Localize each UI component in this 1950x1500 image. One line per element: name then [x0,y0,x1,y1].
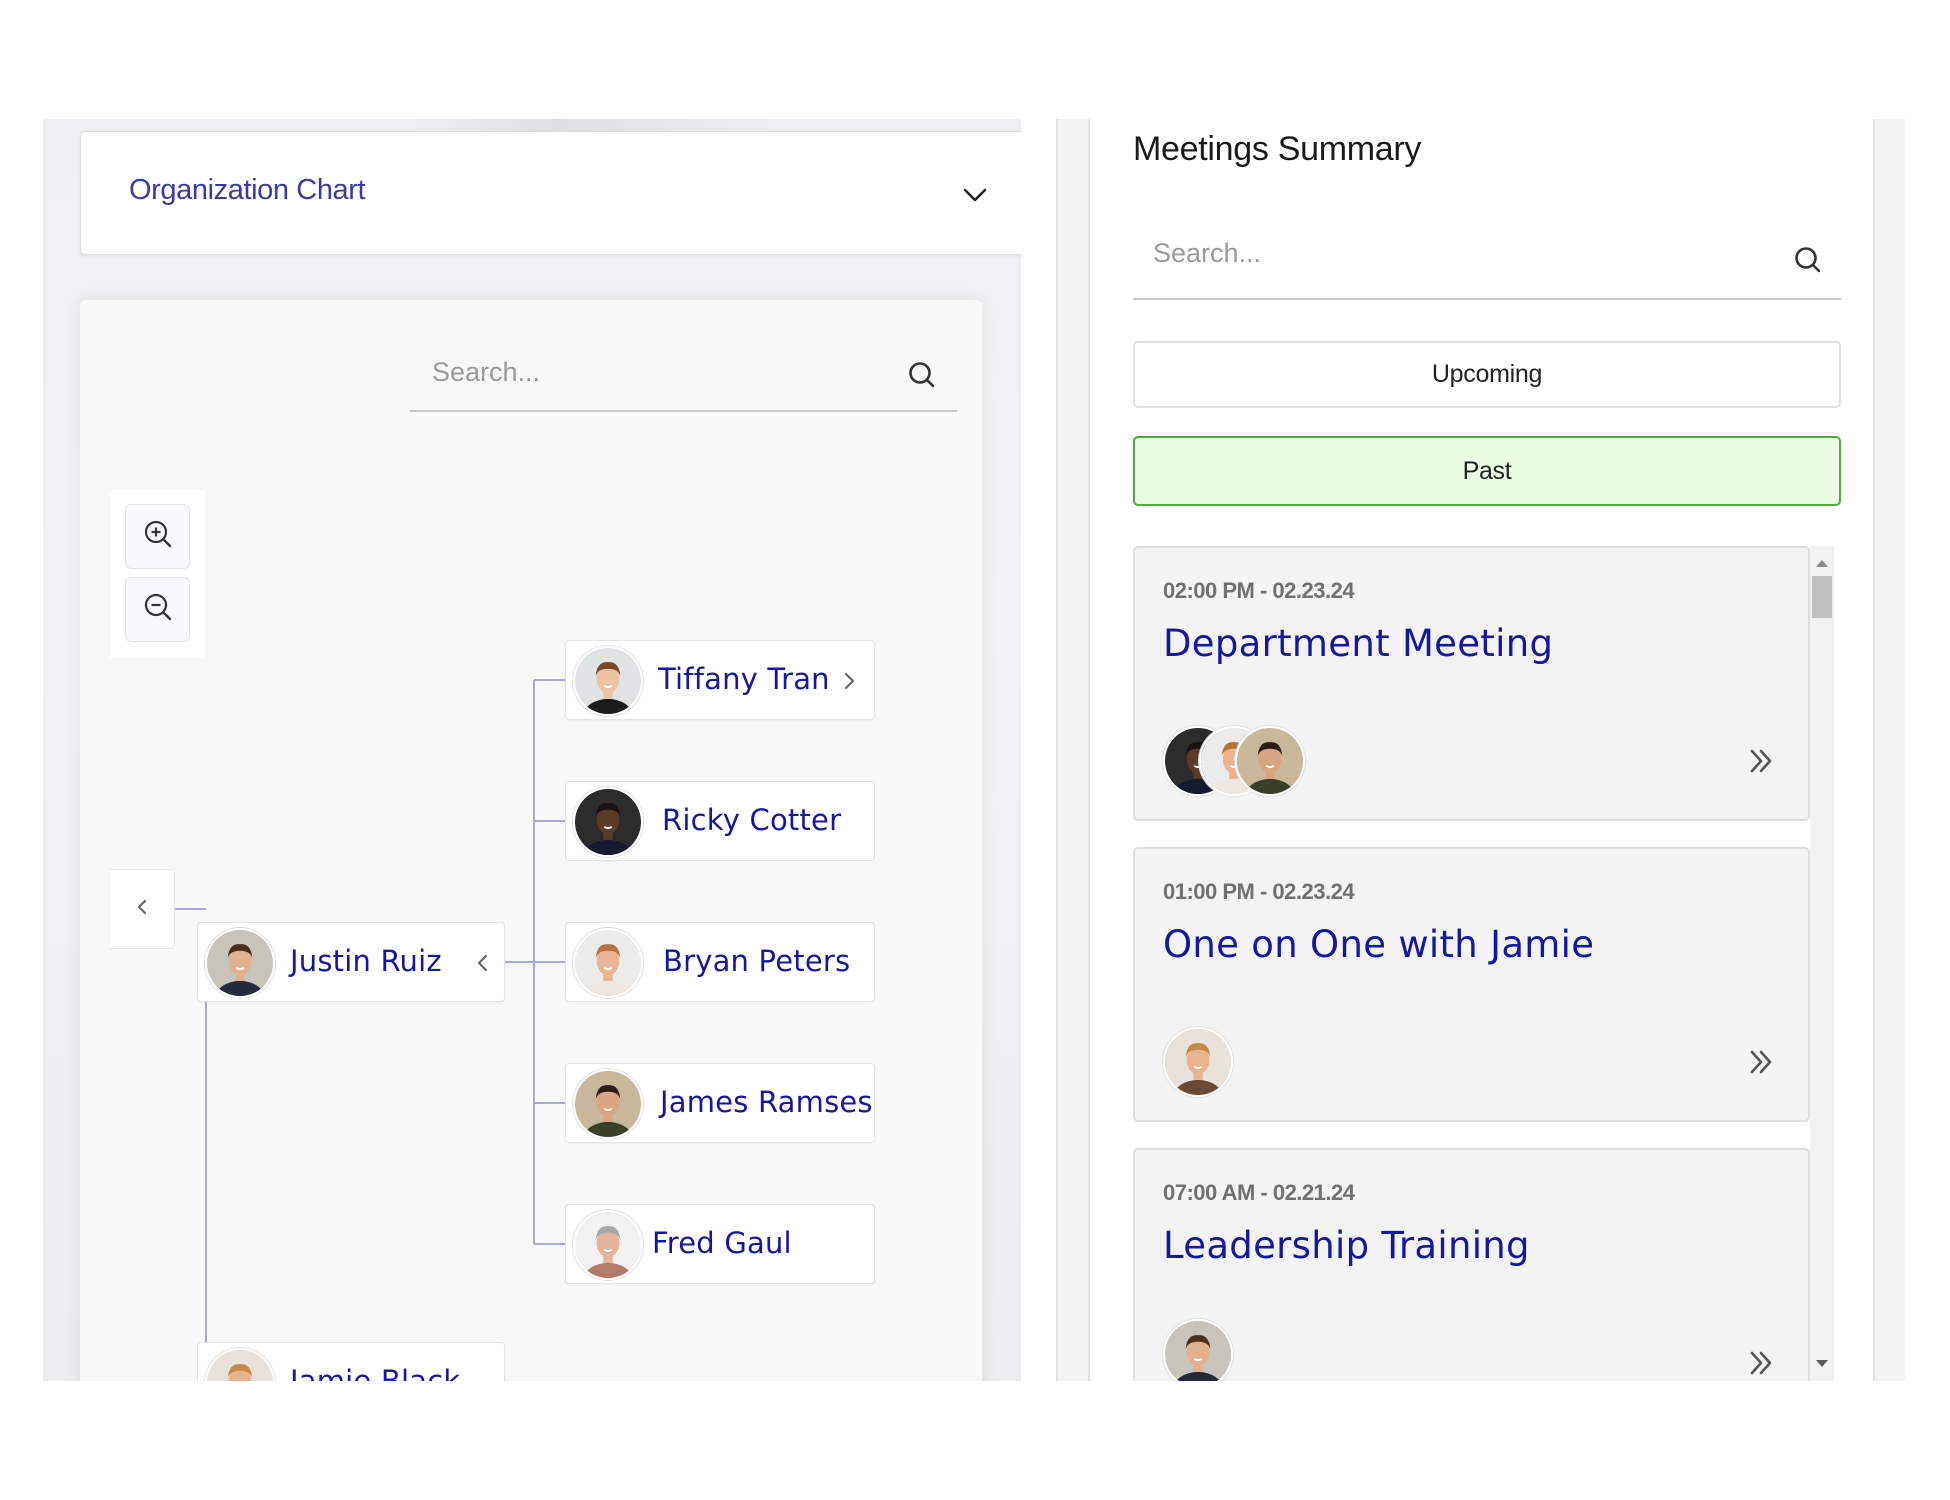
attendee-avatar-jamie [1163,1027,1233,1097]
scroll-up-arrow-icon[interactable] [1816,560,1828,567]
panel-divider-left [1056,119,1090,1381]
avatar-jamie [205,1348,275,1381]
double-chevron-right-icon[interactable] [1744,1045,1778,1079]
filter-past-button[interactable]: Past [1133,436,1841,506]
org-node-ricky-cotter[interactable]: Ricky Cotter [565,781,875,861]
meeting-title: Leadership Training [1163,1224,1530,1267]
meeting-time: 02:00 PM - 02.23.24 [1163,578,1355,603]
meetings-title: Meetings Summary [1133,130,1422,168]
org-chart-title: Organization Chart [129,174,366,206]
org-node-name: James Ramses [660,1085,873,1119]
org-node-name: Justin Ruiz [290,944,442,978]
org-node-james-ramses[interactable]: James Ramses [565,1063,875,1143]
org-node-fred-gaul[interactable]: Fred Gaul [565,1204,875,1284]
org-node-name: Ricky Cotter [662,803,842,837]
zoom-controls [110,490,205,658]
org-node-tiffany-tran[interactable]: Tiffany Tran [565,640,875,720]
org-node-name: Bryan Peters [663,944,851,978]
meetings-search-input[interactable] [1153,233,1573,273]
org-node-name: Tiffany Tran [658,662,830,696]
chevron-down-icon[interactable] [960,180,990,210]
org-node-bryan-peters[interactable]: Bryan Peters [565,922,875,1002]
org-node-name: Jamie Black [290,1364,461,1381]
org-chart-header[interactable]: Organization Chart [80,131,1021,255]
avatar-tiffany [573,646,643,716]
double-chevron-right-icon[interactable] [1744,744,1778,778]
back-button[interactable] [110,869,175,949]
org-chart-search-input[interactable] [432,352,852,392]
search-icon[interactable] [1793,245,1823,275]
expand-chevron-right-icon[interactable] [834,666,864,696]
search-icon[interactable] [907,360,937,390]
meeting-card[interactable]: 01:00 PM - 02.23.24 One on One with Jami… [1133,847,1810,1122]
zoom-in-button[interactable] [125,504,190,569]
avatar-bryan [573,928,643,998]
avatar-james [573,1069,643,1139]
avatar-justin [205,928,275,998]
org-node-justin-ruiz[interactable]: Justin Ruiz [197,922,505,1002]
meetings-search [1133,225,1841,300]
chevron-left-icon [132,897,152,922]
zoom-out-icon [143,592,173,627]
meeting-card[interactable]: 07:00 AM - 02.21.24 Leadership Training [1133,1148,1810,1381]
zoom-in-icon [143,519,173,554]
meeting-time: 01:00 PM - 02.23.24 [1163,879,1355,904]
meeting-time: 07:00 AM - 02.21.24 [1163,1180,1355,1205]
collapse-chevron-left-icon[interactable] [468,948,498,978]
attendee-avatar-justin [1163,1319,1233,1381]
meeting-title: One on One with Jamie [1163,923,1595,966]
meetings-list: 02:00 PM - 02.23.24 Department Meeting 0… [1133,546,1833,1381]
panel-divider-right [1873,119,1905,1381]
org-chart-search [410,340,957,412]
org-node-jamie-black[interactable]: Jamie Black [197,1342,505,1381]
meeting-title: Department Meeting [1163,622,1554,665]
scroll-down-arrow-icon[interactable] [1816,1360,1828,1367]
org-chart-panel: Organization Chart Search... Justin Ruiz… [43,119,1021,1381]
attendee-avatar-james [1235,726,1305,796]
avatar-ricky [573,787,643,857]
org-chart-canvas: Justin Ruiz Jamie Black Tiffany Tran Ric… [80,300,982,1381]
org-node-name: Fred Gaul [652,1226,792,1260]
zoom-out-button[interactable] [125,577,190,642]
avatar-fred [573,1210,643,1280]
meeting-card[interactable]: 02:00 PM - 02.23.24 Department Meeting [1133,546,1810,821]
scroll-thumb[interactable] [1812,576,1832,618]
filter-upcoming-button[interactable]: Upcoming [1133,341,1841,408]
meetings-scrollbar[interactable] [1810,546,1834,1381]
double-chevron-right-icon[interactable] [1744,1346,1778,1380]
